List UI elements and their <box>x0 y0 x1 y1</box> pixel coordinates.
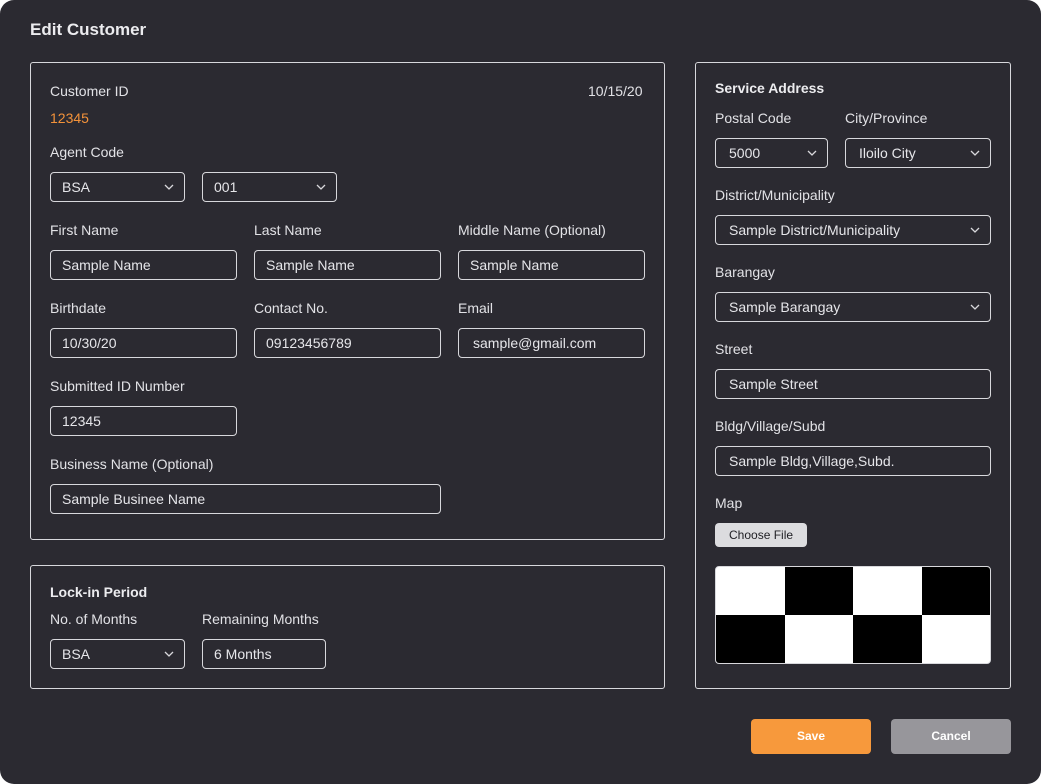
customer-id-value: 12345 <box>50 110 89 126</box>
middle-name-input[interactable]: Sample Name <box>458 250 645 280</box>
chevron-down-icon <box>970 225 980 235</box>
map-tile <box>921 615 990 663</box>
district-label: District/Municipality <box>715 187 835 203</box>
months-value: BSA <box>62 646 91 662</box>
chevron-down-icon <box>164 649 174 659</box>
map-tile <box>716 615 785 663</box>
postal-code-label: Postal Code <box>715 110 792 126</box>
submitted-id-label: Submitted ID Number <box>50 378 185 394</box>
save-button[interactable]: Save <box>751 719 871 754</box>
district-select[interactable]: Sample District/Municipality <box>715 215 991 245</box>
agent-code-label: Agent Code <box>50 144 124 160</box>
map-tile <box>784 615 853 663</box>
city-province-label: City/Province <box>845 110 928 126</box>
email-input[interactable]: sample@gmail.com <box>458 328 645 358</box>
barangay-value: Sample Barangay <box>729 299 841 315</box>
chevron-down-icon <box>807 148 817 158</box>
agent-code-number-value: 001 <box>214 179 238 195</box>
remaining-months-input[interactable]: 6 Months <box>202 639 326 669</box>
chevron-down-icon <box>970 302 980 312</box>
agent-code-select[interactable]: BSA <box>50 172 185 202</box>
agent-code-number-select[interactable]: 001 <box>202 172 337 202</box>
map-tile <box>853 567 922 615</box>
barangay-select[interactable]: Sample Barangay <box>715 292 991 322</box>
submitted-id-input[interactable]: 12345 <box>50 406 237 436</box>
chevron-down-icon <box>970 148 980 158</box>
remaining-months-label: Remaining Months <box>202 611 319 627</box>
map-tile <box>921 567 990 615</box>
contact-input[interactable]: 09123456789 <box>254 328 441 358</box>
agent-code-value: BSA <box>62 179 91 195</box>
business-name-label: Business Name (Optional) <box>50 456 214 472</box>
last-name-input[interactable]: Sample Name <box>254 250 441 280</box>
middle-name-label: Middle Name (Optional) <box>458 222 606 238</box>
contact-label: Contact No. <box>254 300 328 316</box>
chevron-down-icon <box>316 182 326 192</box>
bldg-label: Bldg/Village/Subd <box>715 418 826 434</box>
map-tile <box>716 567 785 615</box>
choose-file-button[interactable]: Choose File <box>715 523 808 547</box>
birthdate-label: Birthdate <box>50 300 107 316</box>
service-address-title: Service Address <box>715 80 825 96</box>
email-label: Email <box>458 300 494 316</box>
birthdate-input[interactable]: 10/30/20 <box>50 328 237 358</box>
bldg-input[interactable]: Sample Bldg,Village,Subd. <box>715 446 991 476</box>
last-name-label: Last Name <box>254 222 322 238</box>
city-province-select[interactable]: Iloilo City <box>845 138 991 168</box>
postal-code-select[interactable]: 5000 <box>715 138 828 168</box>
business-name-input[interactable]: Sample Businee Name <box>50 484 441 514</box>
chevron-down-icon <box>164 182 174 192</box>
lock-in-title: Lock-in Period <box>50 584 148 600</box>
first-name-input[interactable]: Sample Name <box>50 250 237 280</box>
map-tile <box>784 567 853 615</box>
first-name-label: First Name <box>50 222 119 238</box>
date-label: 10/15/20 <box>588 83 643 99</box>
postal-code-value: 5000 <box>729 145 761 161</box>
street-input[interactable]: Sample Street <box>715 369 991 399</box>
map-tile <box>853 615 922 663</box>
map-label: Map <box>715 495 743 511</box>
city-province-value: Iloilo City <box>859 145 916 161</box>
months-select[interactable]: BSA <box>50 639 185 669</box>
edit-customer-dialog: Edit Customer Customer ID 10/15/20 12345… <box>0 0 1041 784</box>
customer-id-label: Customer ID <box>50 83 129 99</box>
barangay-label: Barangay <box>715 264 775 280</box>
map-preview <box>715 566 991 664</box>
months-label: No. of Months <box>50 611 138 627</box>
street-label: Street <box>715 341 753 357</box>
district-value: Sample District/Municipality <box>729 222 901 238</box>
cancel-button[interactable]: Cancel <box>891 719 1011 754</box>
dialog-title: Edit Customer <box>30 20 147 39</box>
